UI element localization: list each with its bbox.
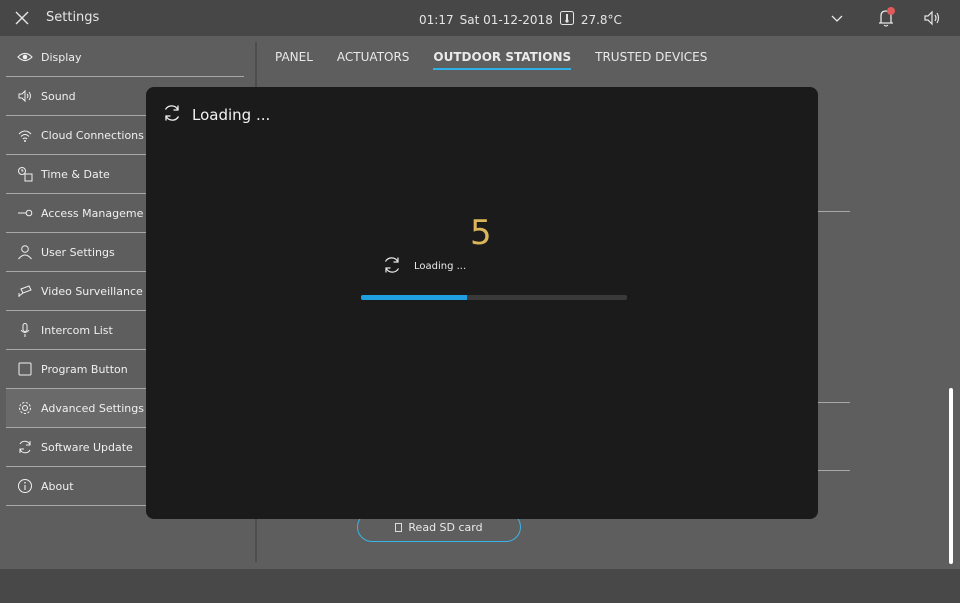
speaker-icon bbox=[17, 88, 33, 104]
sidebar-item-label: Sound bbox=[41, 89, 76, 103]
refresh-icon bbox=[382, 255, 402, 278]
gear-icon bbox=[17, 400, 33, 416]
user-icon bbox=[17, 244, 33, 260]
scrollbar[interactable] bbox=[949, 388, 953, 564]
sidebar-item-label: Cloud Connections bbox=[41, 128, 144, 142]
list-divider bbox=[818, 402, 850, 403]
tab-bar: PANEL ACTUATORS OUTDOOR STATIONS TRUSTED… bbox=[275, 50, 707, 70]
sidebar-item-label: Program Button bbox=[41, 362, 128, 376]
thermometer-icon bbox=[559, 10, 575, 29]
sidebar-item-label: User Settings bbox=[41, 245, 115, 259]
sidebar-item-label: Video Surveillance bbox=[41, 284, 143, 298]
volume-icon[interactable] bbox=[922, 8, 942, 32]
eye-icon bbox=[17, 49, 33, 65]
info-icon bbox=[17, 478, 33, 494]
wifi-icon bbox=[17, 127, 33, 143]
sidebar-item-label: Access Manageme bbox=[41, 206, 144, 220]
bottom-bar bbox=[0, 569, 960, 603]
list-divider bbox=[818, 470, 850, 471]
progress-fill bbox=[361, 295, 468, 300]
sidebar-item-label: Advanced Settings bbox=[41, 401, 144, 415]
tab-outdoor-stations[interactable]: OUTDOOR STATIONS bbox=[433, 50, 572, 70]
sidebar-item-label: Display bbox=[41, 50, 82, 64]
loading-status-text: Loading ... bbox=[414, 261, 467, 272]
list-divider bbox=[818, 211, 850, 212]
temperature-value: 27.8°C bbox=[580, 12, 622, 27]
microphone-icon bbox=[17, 322, 33, 338]
sd-card-icon bbox=[395, 522, 403, 532]
dialog-header: Loading ... bbox=[162, 103, 270, 127]
refresh-icon bbox=[162, 103, 182, 127]
status-center: 01:17 Sat 01-12-2018 27.8°C bbox=[419, 10, 622, 29]
countdown-number: 5 bbox=[470, 213, 492, 253]
clock-date: Sat 01-12-2018 bbox=[459, 12, 553, 27]
tab-trusted-devices[interactable]: TRUSTED DEVICES bbox=[595, 50, 707, 70]
refresh-icon bbox=[17, 439, 33, 455]
key-icon bbox=[17, 205, 33, 221]
sidebar-item-label: Time & Date bbox=[41, 167, 110, 181]
sidebar-item-label: Software Update bbox=[41, 440, 133, 454]
top-bar: Settings 01:17 Sat 01-12-2018 27.8°C bbox=[0, 0, 960, 36]
window-title: Settings bbox=[46, 10, 100, 25]
close-icon[interactable] bbox=[12, 8, 32, 28]
chevron-down-icon[interactable] bbox=[828, 9, 846, 31]
sidebar-item-label: Intercom List bbox=[41, 323, 113, 337]
tab-panel[interactable]: PANEL bbox=[275, 50, 313, 70]
sidebar-item-display[interactable]: Display bbox=[6, 38, 244, 77]
progress-bar bbox=[361, 295, 627, 300]
sidebar-item-label: About bbox=[41, 479, 74, 493]
tab-actuators[interactable]: ACTUATORS bbox=[337, 50, 410, 70]
square-icon bbox=[17, 361, 33, 377]
camera-icon bbox=[17, 283, 33, 299]
read-sd-card-label: Read SD card bbox=[408, 520, 483, 534]
clock-calendar-icon bbox=[17, 166, 33, 182]
clock-time: 01:17 bbox=[419, 12, 454, 27]
dialog-title: Loading ... bbox=[192, 106, 271, 124]
notification-bell-icon[interactable] bbox=[874, 6, 898, 34]
loading-dialog: Loading ... 5 Loading ... bbox=[146, 87, 818, 519]
loading-status: Loading ... bbox=[382, 255, 466, 278]
